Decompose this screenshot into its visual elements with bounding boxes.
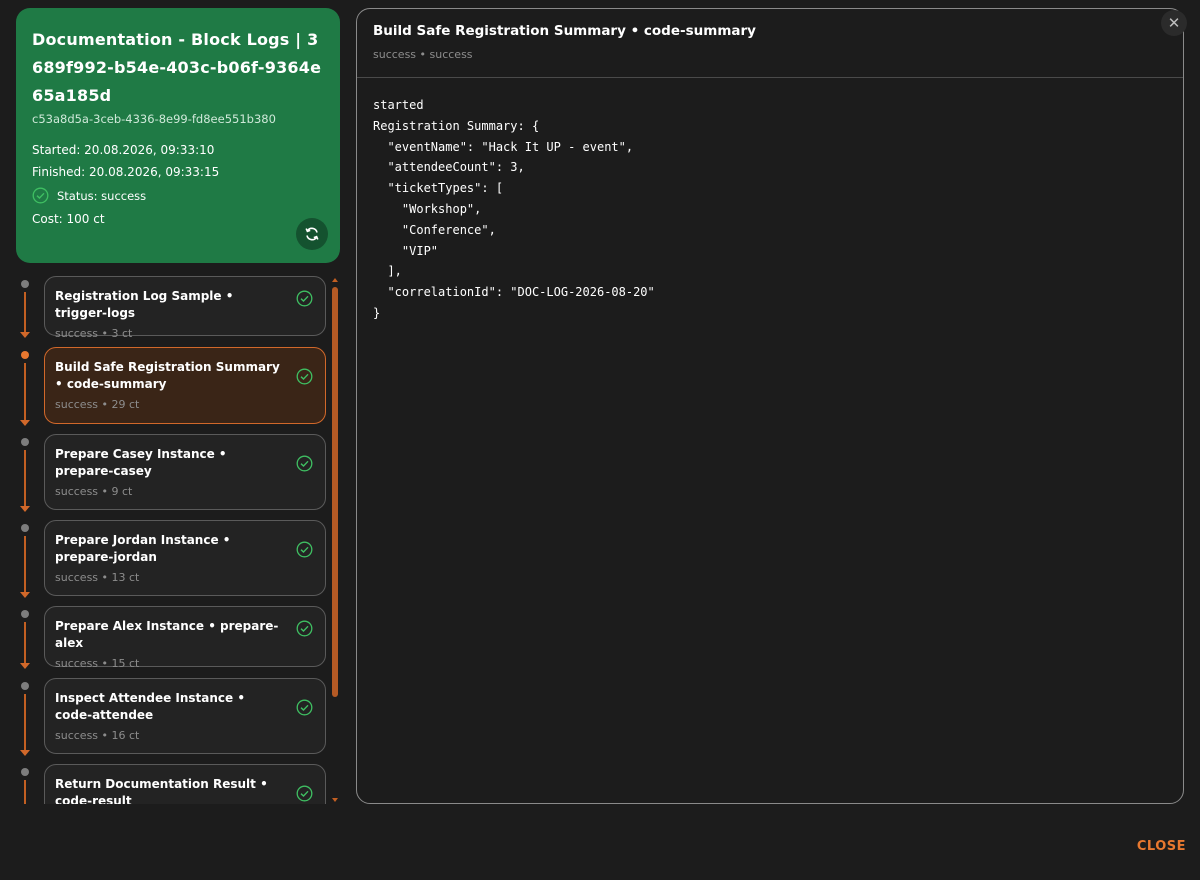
finished-time: Finished: 20.08.2026, 09:33:15 xyxy=(32,165,220,179)
step-title: Prepare Casey Instance • prepare-casey xyxy=(55,447,227,478)
run-id: c53a8d5a-3ceb-4336-8e99-fd8ee551b380 xyxy=(32,112,276,126)
check-circle-icon xyxy=(296,290,313,311)
step-card[interactable]: Prepare Alex Instance • prepare-alex succ… xyxy=(44,606,326,670)
status-text: Status: success xyxy=(57,188,147,203)
step-status: success • 16 ct xyxy=(55,729,140,742)
status-row: Status: success xyxy=(32,187,324,204)
step-card[interactable]: Return Documentation Result • code-resul… xyxy=(44,764,326,804)
step-title: Registration Log Sample • trigger-logs xyxy=(55,289,234,320)
step-card[interactable]: Registration Log Sample • trigger-logs su… xyxy=(44,276,326,340)
detail-status: success • success xyxy=(373,48,473,61)
refresh-button[interactable] xyxy=(296,218,328,250)
timeline-connector xyxy=(24,694,26,750)
run-cost: Cost: 100 ct xyxy=(32,212,105,226)
modal-close-icon[interactable]: ✕ xyxy=(1161,10,1187,36)
step-status: success • 15 ct xyxy=(55,657,140,670)
timeline-dot xyxy=(21,768,29,776)
scroll-up-arrow-icon[interactable] xyxy=(332,278,338,282)
step-item[interactable]: Build Safe Registration Summary • code-s… xyxy=(16,347,342,426)
started-time: Started: 20.08.2026, 09:33:10 xyxy=(32,143,215,157)
step-card[interactable]: Prepare Jordan Instance • prepare-jordan… xyxy=(44,520,326,596)
step-item[interactable]: Inspect Attendee Instance • code-attende… xyxy=(16,678,342,756)
step-detail-panel: Build Safe Registration Summary • code-s… xyxy=(356,8,1184,804)
timeline-dot xyxy=(21,682,29,690)
refresh-icon xyxy=(305,227,319,241)
step-card[interactable]: Build Safe Registration Summary • code-s… xyxy=(44,347,326,424)
scroll-down-arrow-icon[interactable] xyxy=(332,798,338,802)
check-circle-icon xyxy=(296,541,313,562)
timeline-dot xyxy=(21,280,29,288)
step-item[interactable]: Prepare Alex Instance • prepare-alex succ… xyxy=(16,606,342,670)
step-title: Inspect Attendee Instance • code-attende… xyxy=(55,691,246,722)
step-title: Prepare Jordan Instance • prepare-jordan xyxy=(55,533,231,564)
check-circle-icon xyxy=(296,620,313,641)
timeline-connector xyxy=(24,536,26,592)
timeline-arrow-icon xyxy=(20,506,30,512)
timeline-connector xyxy=(24,780,26,804)
timeline-arrow-icon xyxy=(20,332,30,338)
scroll-thumb[interactable] xyxy=(332,287,338,697)
steps-scrollbar[interactable] xyxy=(331,278,339,802)
timeline-connector xyxy=(24,622,26,663)
timeline-arrow-icon xyxy=(20,592,30,598)
timeline-arrow-icon xyxy=(20,420,30,426)
check-circle-icon xyxy=(32,187,49,204)
timeline-dot xyxy=(21,438,29,446)
step-status: success • 9 ct xyxy=(55,485,133,498)
run-summary-card: Documentation - Block Logs | 3689f992-b5… xyxy=(16,8,340,263)
run-title: Documentation - Block Logs | 3689f992-b5… xyxy=(32,30,322,105)
step-card[interactable]: Prepare Casey Instance • prepare-casey su… xyxy=(44,434,326,510)
step-item[interactable]: Prepare Casey Instance • prepare-casey su… xyxy=(16,434,342,512)
log-output: started Registration Summary: { "eventNa… xyxy=(373,98,655,320)
detail-title: Build Safe Registration Summary • code-s… xyxy=(373,23,756,39)
steps-list[interactable]: Registration Log Sample • trigger-logs su… xyxy=(16,272,342,804)
detail-header: Build Safe Registration Summary • code-s… xyxy=(357,9,1183,78)
timeline-dot xyxy=(21,610,29,618)
step-item[interactable]: Prepare Jordan Instance • prepare-jordan… xyxy=(16,520,342,598)
step-title: Build Safe Registration Summary • code-s… xyxy=(55,360,280,391)
step-status: success • 13 ct xyxy=(55,571,140,584)
timeline-arrow-icon xyxy=(20,663,30,669)
step-item[interactable]: Registration Log Sample • trigger-logs su… xyxy=(16,276,342,340)
step-status: success • 3 ct xyxy=(55,327,133,340)
check-circle-icon xyxy=(296,455,313,476)
close-button[interactable]: CLOSE xyxy=(1137,839,1186,854)
timeline-dot xyxy=(21,524,29,532)
step-item[interactable]: Return Documentation Result • code-resul… xyxy=(16,764,342,804)
check-circle-icon xyxy=(296,368,313,389)
check-circle-icon xyxy=(296,785,313,804)
step-title: Prepare Alex Instance • prepare-alex xyxy=(55,619,279,650)
check-circle-icon xyxy=(296,699,313,720)
timeline-connector xyxy=(24,292,26,332)
step-title: Return Documentation Result • code-resul… xyxy=(55,777,268,804)
timeline-connector xyxy=(24,363,26,420)
timeline-connector xyxy=(24,450,26,506)
timeline-dot xyxy=(21,351,29,359)
step-card[interactable]: Inspect Attendee Instance • code-attende… xyxy=(44,678,326,754)
timeline-arrow-icon xyxy=(20,750,30,756)
step-status: success • 29 ct xyxy=(55,398,140,411)
